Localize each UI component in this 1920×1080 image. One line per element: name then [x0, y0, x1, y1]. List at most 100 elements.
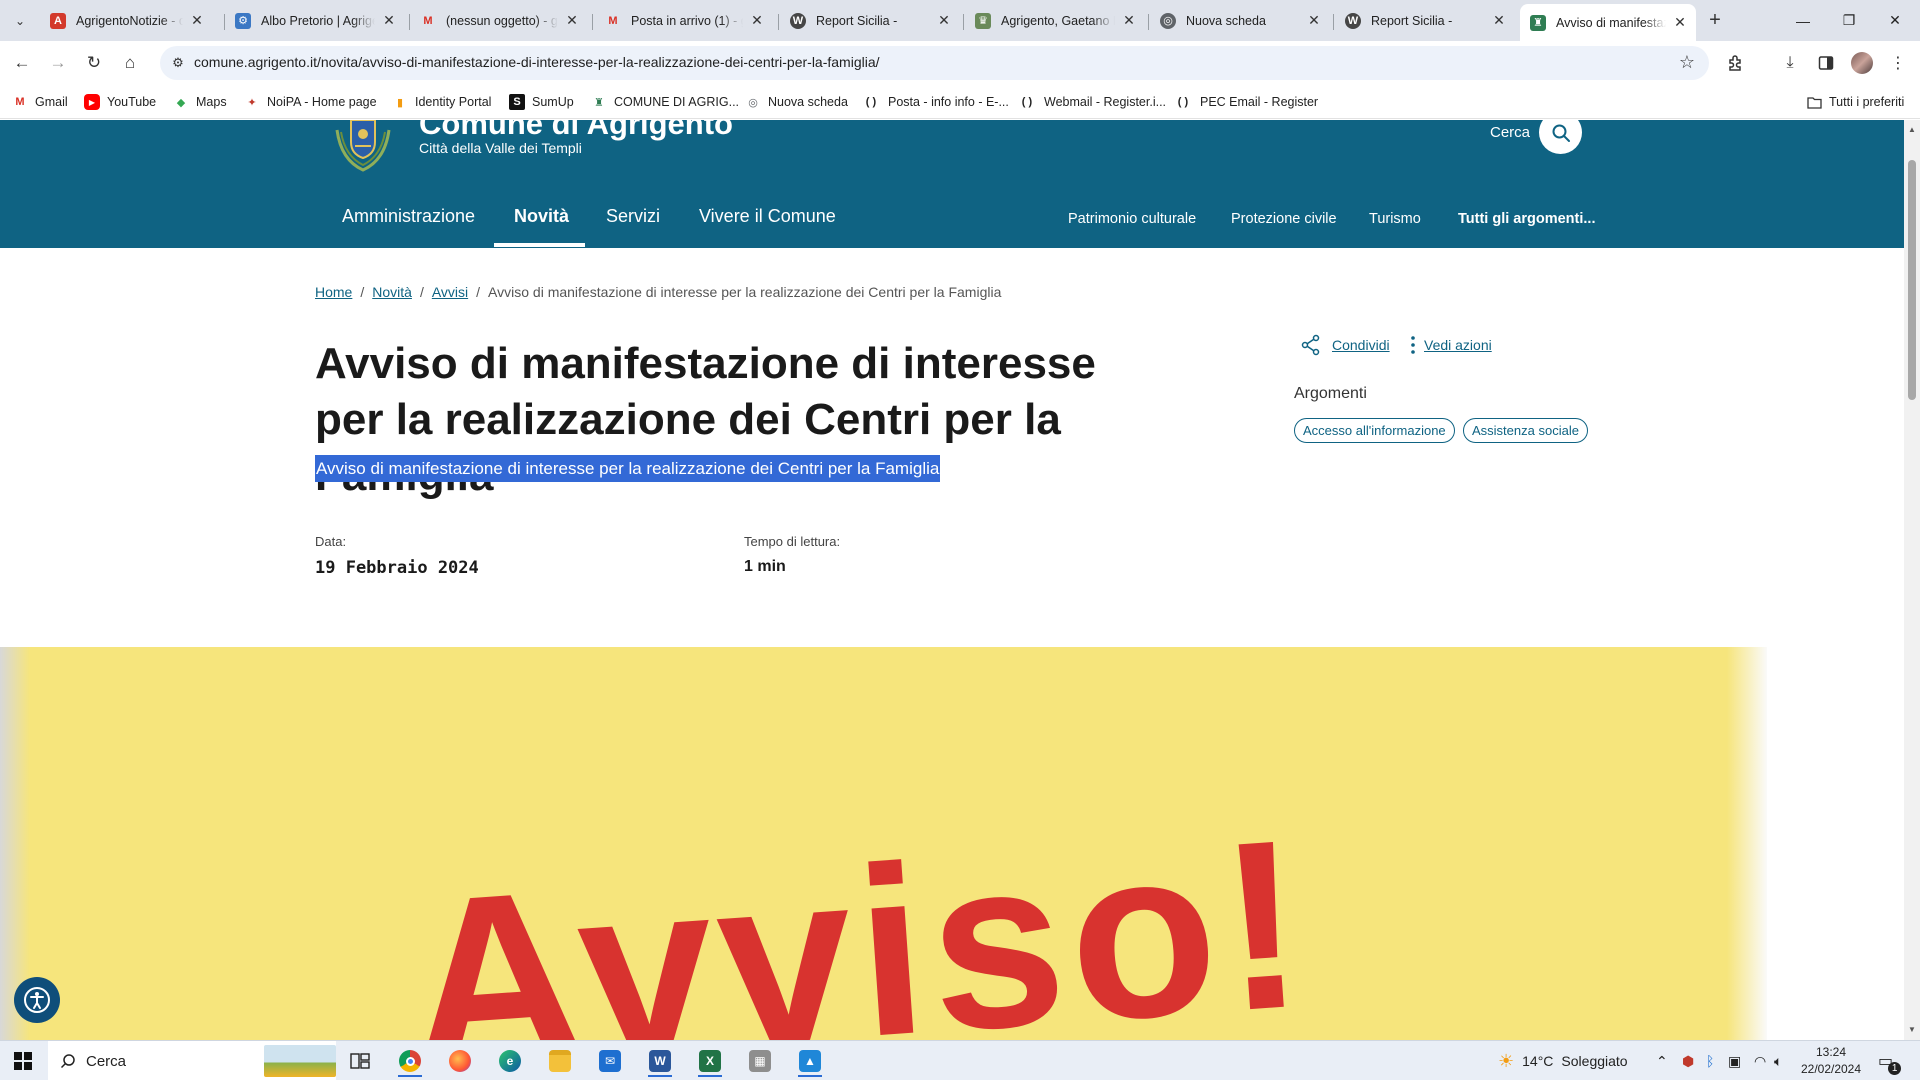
breadcrumb-avvisi[interactable]: Avvisi	[432, 284, 468, 300]
antivirus-tray-icon[interactable]: ⬢	[1682, 1041, 1694, 1080]
downloads-icon[interactable]: ⤓	[1776, 49, 1804, 77]
tab-nuova-scheda[interactable]: ◎ Nuova scheda ✕	[1150, 6, 1330, 35]
albo-favicon-icon: ⚙	[235, 12, 251, 29]
tab-agrigentonotizie[interactable]: A AgrigentoNotizie - cronaca ✕	[40, 6, 213, 35]
scroll-up-icon[interactable]: ▲	[1904, 122, 1920, 138]
notifications-icon[interactable]: ▭ 1	[1878, 1041, 1902, 1080]
address-bar[interactable]: ⚙ comune.agrigento.it/novita/avviso-di-m…	[160, 46, 1709, 80]
bookmark-posta[interactable]: ( ) Posta - info info - E-...	[861, 92, 1009, 112]
tab-avviso-active[interactable]: ♜ Avviso di manifestazione ✕	[1520, 4, 1696, 41]
bookmark-pec[interactable]: ( ) PEC Email - Register	[1173, 92, 1318, 112]
reading-time-label: Tempo di lettura:	[744, 534, 841, 549]
active-nav-indicator	[494, 243, 585, 247]
tab-close-icon[interactable]: ✕	[1306, 12, 1322, 29]
back-icon[interactable]: ←	[8, 49, 36, 77]
tab-close-icon[interactable]: ✕	[189, 12, 205, 29]
chrome-taskbar-icon[interactable]	[390, 1045, 430, 1077]
profile-avatar[interactable]	[1848, 49, 1876, 77]
side-panel-icon[interactable]	[1812, 49, 1840, 77]
url-text[interactable]: comune.agrigento.it/novita/avviso-di-man…	[194, 54, 880, 70]
tab-search-chevron-icon[interactable]: ⌄	[8, 9, 32, 33]
site-name[interactable]: Comune di Agrigento	[419, 120, 733, 142]
tab-close-icon[interactable]: ✕	[749, 12, 765, 29]
nav-protezione-civile[interactable]: Protezione civile	[1231, 211, 1337, 227]
task-view-icon[interactable]	[340, 1045, 380, 1077]
wifi-tray-icon[interactable]: ◠	[1754, 1041, 1766, 1080]
nav-turismo[interactable]: Turismo	[1369, 211, 1421, 227]
tab-close-icon[interactable]: ✕	[1121, 12, 1137, 29]
topic-chip-accesso[interactable]: Accesso all'informazione	[1294, 418, 1455, 443]
tab-close-icon[interactable]: ✕	[936, 12, 952, 29]
new-tab-button[interactable]: +	[1702, 8, 1728, 34]
edge-taskbar-icon[interactable]: e	[490, 1045, 530, 1077]
webmail-icon: ( )	[1021, 96, 1033, 108]
search-button[interactable]	[1539, 120, 1582, 154]
site-info-icon[interactable]: ⚙	[168, 53, 188, 73]
scroll-down-icon[interactable]: ▼	[1904, 1022, 1920, 1038]
home-icon[interactable]: ⌂	[116, 49, 144, 77]
hero-image: Avviso!	[0, 647, 1767, 1040]
sumup-icon: S	[509, 94, 525, 110]
bookmark-sumup[interactable]: S SumUp	[509, 92, 574, 112]
page-scrollbar[interactable]: ▲ ▼	[1904, 120, 1920, 1040]
bookmark-star-icon[interactable]: ☆	[1679, 52, 1695, 73]
minimize-icon[interactable]: —	[1780, 0, 1826, 41]
topic-chip-assistenza[interactable]: Assistenza sociale	[1463, 418, 1588, 443]
restore-icon[interactable]: ❐	[1826, 0, 1872, 41]
forward-icon[interactable]: →	[44, 49, 72, 77]
extensions-icon[interactable]	[1722, 49, 1750, 77]
bookmark-noipa[interactable]: ✦ NoiPA - Home page	[244, 92, 376, 112]
breadcrumb-home[interactable]: Home	[315, 284, 352, 300]
accessibility-button[interactable]	[14, 977, 60, 1023]
tab-agrigento-gaetano[interactable]: ♛ Agrigento, Gaetano D. ✕	[965, 6, 1145, 35]
network-app-taskbar-icon[interactable]: ▦	[740, 1045, 780, 1077]
notification-count-badge: 1	[1888, 1062, 1902, 1075]
firefox-taskbar-icon[interactable]	[440, 1045, 480, 1077]
system-clock[interactable]: 13:24 22/02/2024	[1796, 1044, 1866, 1078]
tab-report-sicilia-1[interactable]: W Report Sicilia - ✕	[780, 6, 960, 35]
reload-icon[interactable]: ↻	[80, 49, 108, 77]
breadcrumb-novita[interactable]: Novità	[372, 284, 412, 300]
display-tray-icon[interactable]: ▣	[1728, 1041, 1741, 1080]
bookmark-maps[interactable]: ◆ Maps	[173, 92, 227, 112]
bookmark-identity-portal[interactable]: ▮ Identity Portal	[392, 92, 491, 112]
bookmark-gmail[interactable]: M Gmail	[12, 92, 67, 112]
tab-close-icon[interactable]: ✕	[1491, 12, 1507, 29]
share-button[interactable]: Condividi	[1300, 334, 1390, 356]
tab-close-icon[interactable]: ✕	[381, 12, 397, 29]
bookmark-comune[interactable]: ♜ COMUNE DI AGRIG...	[591, 92, 739, 112]
nav-amministrazione[interactable]: Amministrazione	[342, 206, 475, 227]
nav-vivere-il-comune[interactable]: Vivere il Comune	[699, 206, 836, 227]
volume-tray-icon[interactable]: 🔈︎	[1774, 1041, 1782, 1080]
bookmark-webmail[interactable]: ( ) Webmail - Register.i...	[1017, 92, 1166, 112]
tray-chevron-up-icon[interactable]: ⌃	[1656, 1041, 1668, 1080]
tab-close-icon[interactable]: ✕	[1672, 14, 1688, 31]
bookmark-youtube[interactable]: ▶ YouTube	[84, 92, 156, 112]
bluetooth-tray-icon[interactable]: ᛒ	[1706, 1041, 1714, 1080]
tab-albo-pretorio[interactable]: ⚙ Albo Pretorio | Agrigento ✕	[225, 6, 405, 35]
close-window-icon[interactable]: ✕	[1872, 0, 1918, 41]
photos-taskbar-icon[interactable]: ▲	[790, 1045, 830, 1077]
actions-button[interactable]: Vedi azioni	[1408, 334, 1492, 356]
tab-report-sicilia-2[interactable]: W Report Sicilia - ✕	[1335, 6, 1515, 35]
search-label[interactable]: Cerca	[1490, 124, 1530, 141]
bookmark-nuova-scheda[interactable]: ◎ Nuova scheda	[745, 92, 848, 112]
browser-menu-icon[interactable]: ⋮	[1884, 49, 1912, 77]
tab-gmail-nessun-oggetto[interactable]: M (nessun oggetto) - gmail ✕	[410, 6, 588, 35]
weather-widget[interactable]: ☀ 14°C Soleggiato	[1498, 1041, 1628, 1080]
comune-crest-logo[interactable]	[333, 120, 393, 172]
taskbar-search[interactable]: Cerca	[48, 1041, 336, 1080]
start-button[interactable]	[0, 1041, 46, 1080]
nav-patrimonio-culturale[interactable]: Patrimonio culturale	[1068, 211, 1196, 227]
file-explorer-taskbar-icon[interactable]	[540, 1045, 580, 1077]
mail-taskbar-icon[interactable]: ✉	[590, 1045, 630, 1077]
nav-servizi[interactable]: Servizi	[606, 206, 660, 227]
nav-novita[interactable]: Novità	[514, 206, 569, 227]
tab-gmail-posta[interactable]: M Posta in arrivo (1) - gmail ✕	[595, 6, 773, 35]
all-bookmarks[interactable]: Tutti i preferiti	[1806, 92, 1904, 112]
word-taskbar-icon[interactable]: W	[640, 1045, 680, 1077]
scroll-thumb[interactable]	[1908, 160, 1916, 400]
tab-close-icon[interactable]: ✕	[564, 12, 580, 29]
nav-tutti-gli-argomenti[interactable]: Tutti gli argomenti...	[1458, 211, 1595, 227]
excel-taskbar-icon[interactable]: X	[690, 1045, 730, 1077]
